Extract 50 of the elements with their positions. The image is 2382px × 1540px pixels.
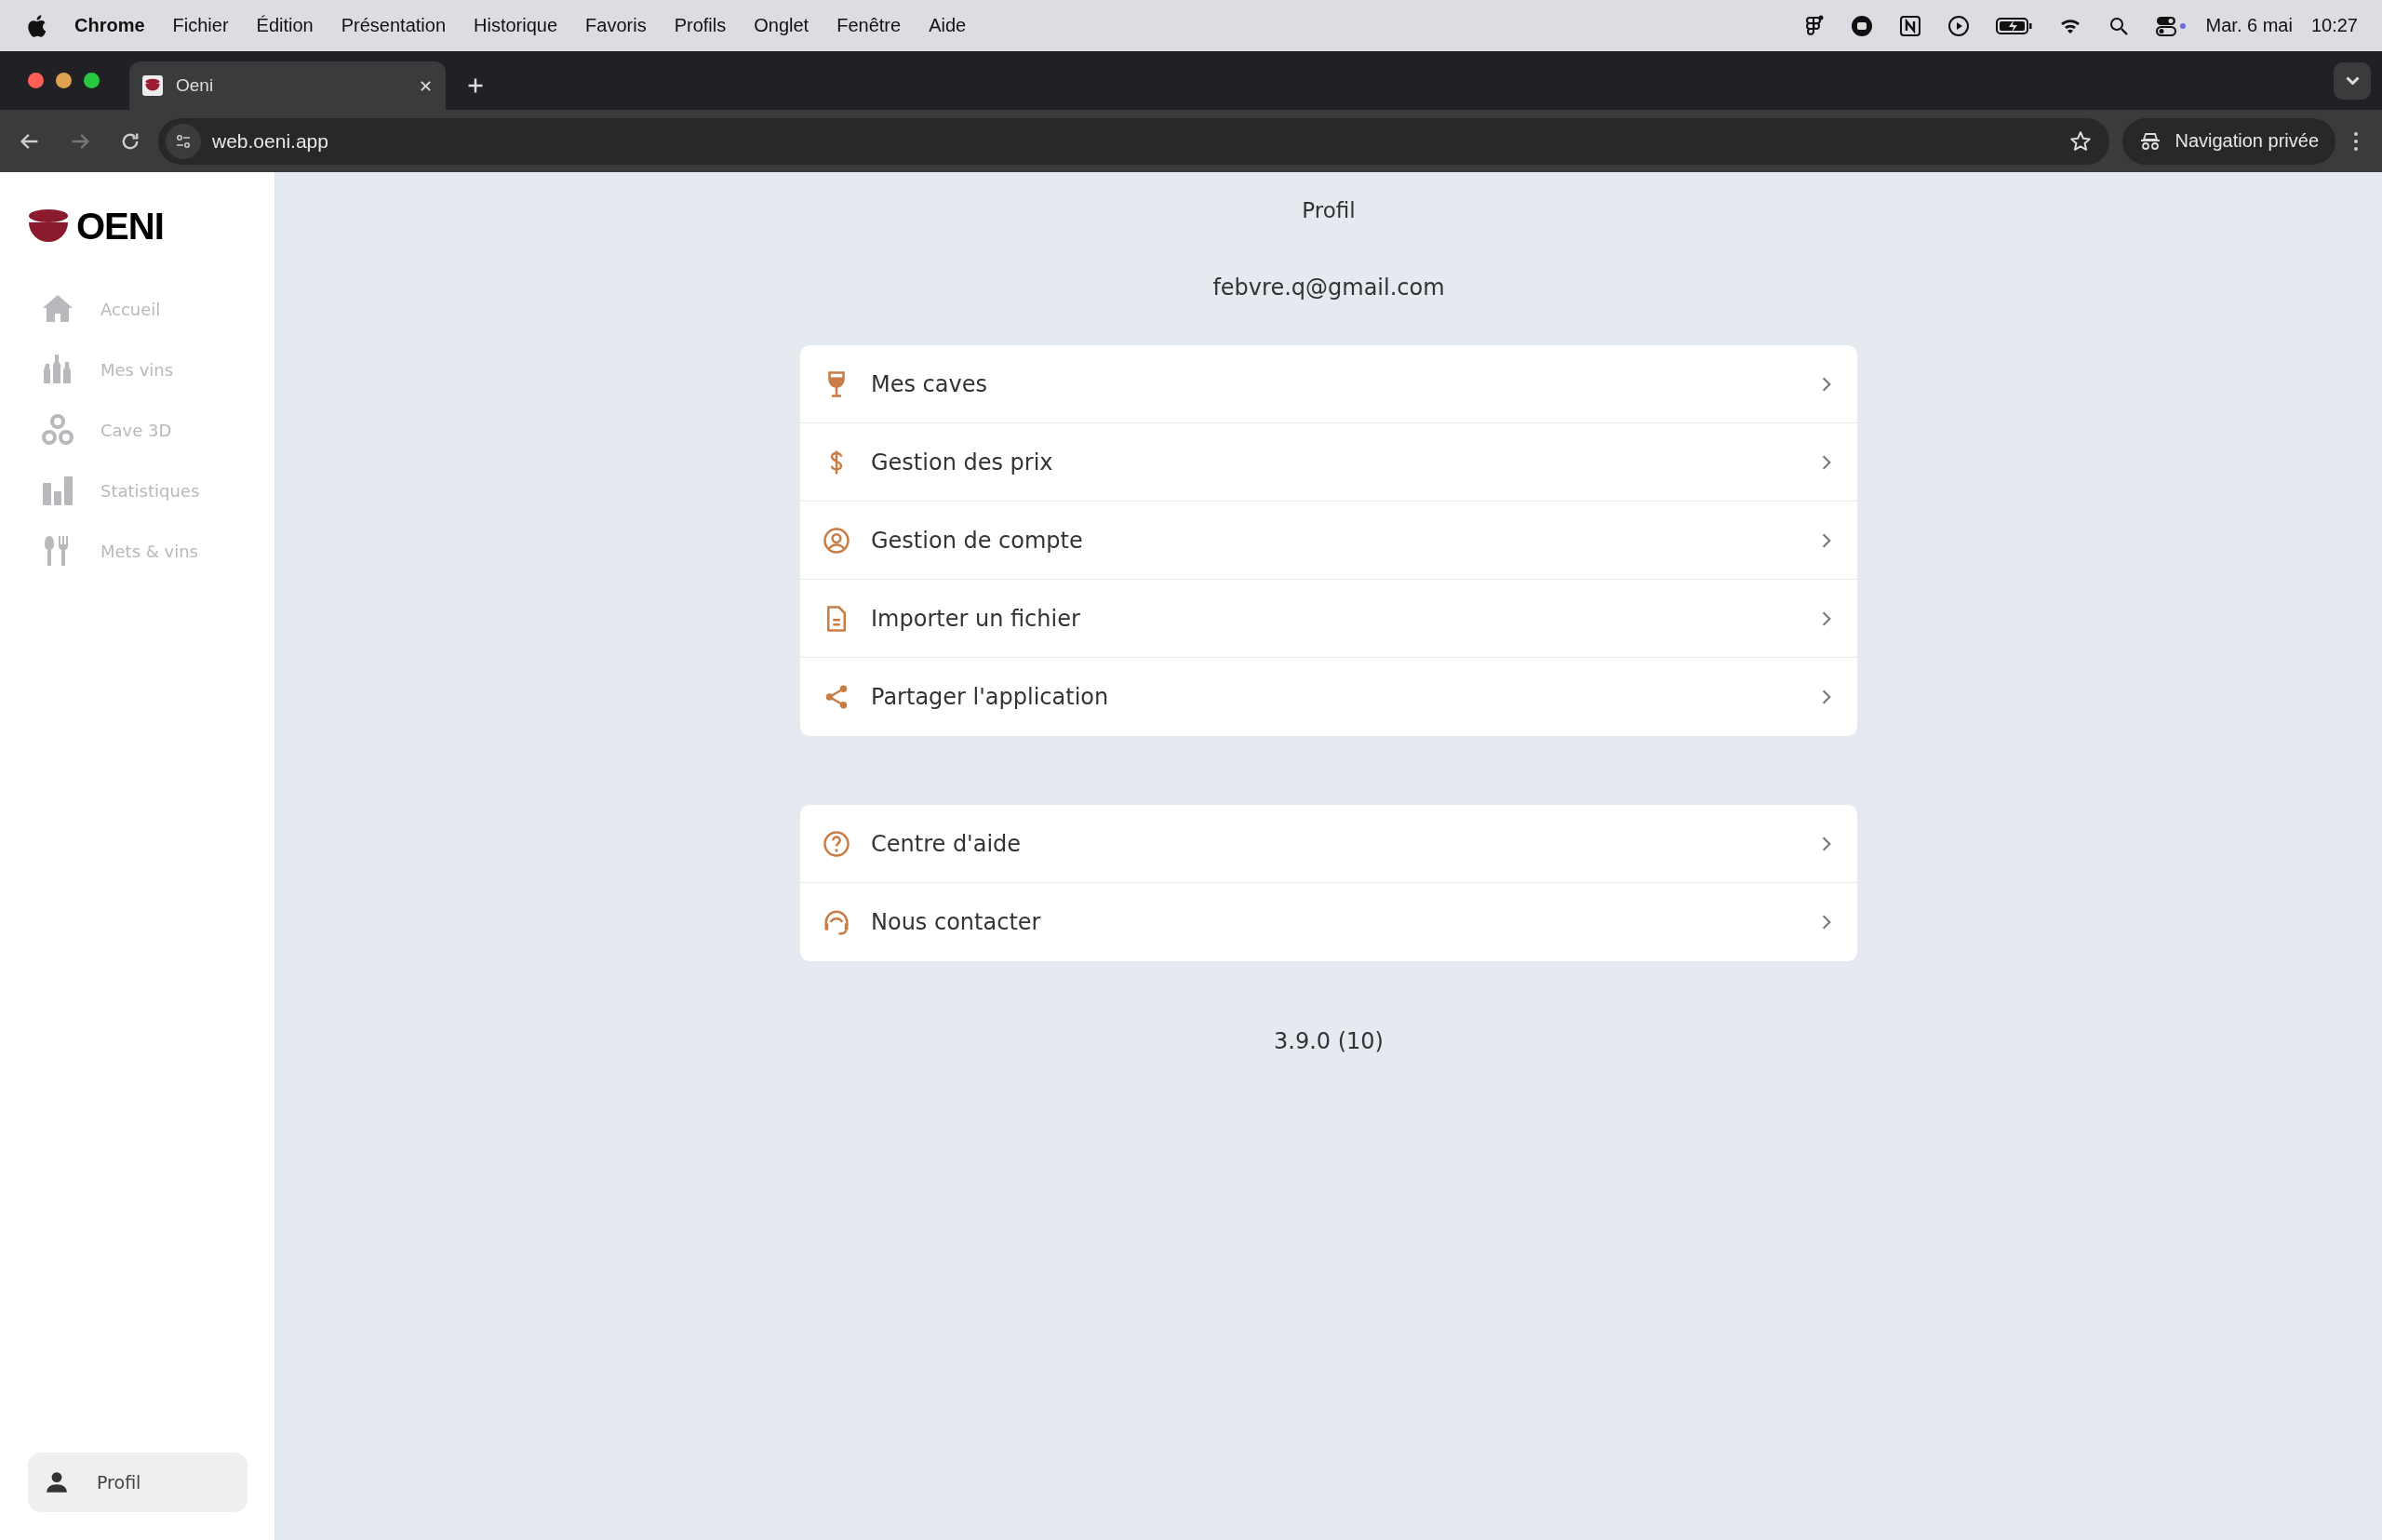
app-version: 3.9.0 (10) [1274,1028,1384,1054]
menu-item[interactable]: Historique [474,15,558,36]
bar-chart-icon [41,474,74,507]
menu-item[interactable]: Présentation [341,15,447,36]
url-text: web.oeni.app [212,129,328,153]
menu-item[interactable]: Aide [929,15,967,36]
user-email: febvre.q@gmail.com [1212,275,1445,301]
menu-row[interactable]: Nous contacter [800,883,1857,961]
battery-icon[interactable] [1995,15,2033,36]
menu-item[interactable]: Édition [256,15,314,36]
control-center-icon[interactable] [2155,14,2188,37]
menu-item[interactable]: Fichier [172,15,229,36]
page-title: Profil [1302,198,1356,222]
profile-nav-button[interactable]: Profil [28,1453,248,1512]
browser-tab[interactable]: Oeni [129,61,446,110]
zoom-window-button[interactable] [84,73,100,88]
apple-icon[interactable] [26,13,47,38]
menu-row[interactable]: Centre d'aide [800,805,1857,883]
menu-row[interactable]: Gestion de compte [800,502,1857,580]
menu-row[interactable]: Importer un fichier [800,580,1857,658]
close-icon[interactable] [419,78,433,93]
bowl-logo-icon [142,75,163,96]
help-icon [823,829,850,858]
headset-icon [823,908,850,936]
bookmark-star-icon[interactable] [2068,128,2094,154]
menu-item[interactable]: Favoris [585,15,647,36]
minimize-window-button[interactable] [56,73,72,88]
chevron-down-icon [2345,76,2360,85]
menu-row[interactable]: Mes caves [800,345,1857,423]
menu-time[interactable]: 10:27 [2310,15,2358,36]
close-window-button[interactable] [28,73,44,88]
menu-item[interactable]: Fenêtre [836,15,902,36]
address-bar[interactable]: web.oeni.app [158,117,2110,165]
play-icon[interactable] [1947,14,1970,37]
notion-icon[interactable] [1898,14,1921,37]
tab-title: Oeni [176,75,215,96]
incognito-button[interactable]: Navigation privée [2122,117,2335,165]
tab-list-button[interactable] [2334,61,2371,100]
app-logo-text: OENI [76,206,164,248]
menu-item[interactable]: Onglet [754,15,810,36]
new-tab-icon[interactable] [466,76,485,95]
person-icon [45,1470,69,1494]
menu-row[interactable]: Gestion des prix [800,423,1857,502]
circles-icon [41,413,74,447]
menu-date[interactable]: Mar. 6 mai [2205,15,2293,36]
menu-app-name[interactable]: Chrome [74,15,145,36]
menu-item[interactable]: Profils [674,15,727,36]
more-menu-icon[interactable] [2352,129,2360,153]
menu-row[interactable]: Partager l'application [800,658,1857,736]
user-circle-icon [823,526,850,555]
